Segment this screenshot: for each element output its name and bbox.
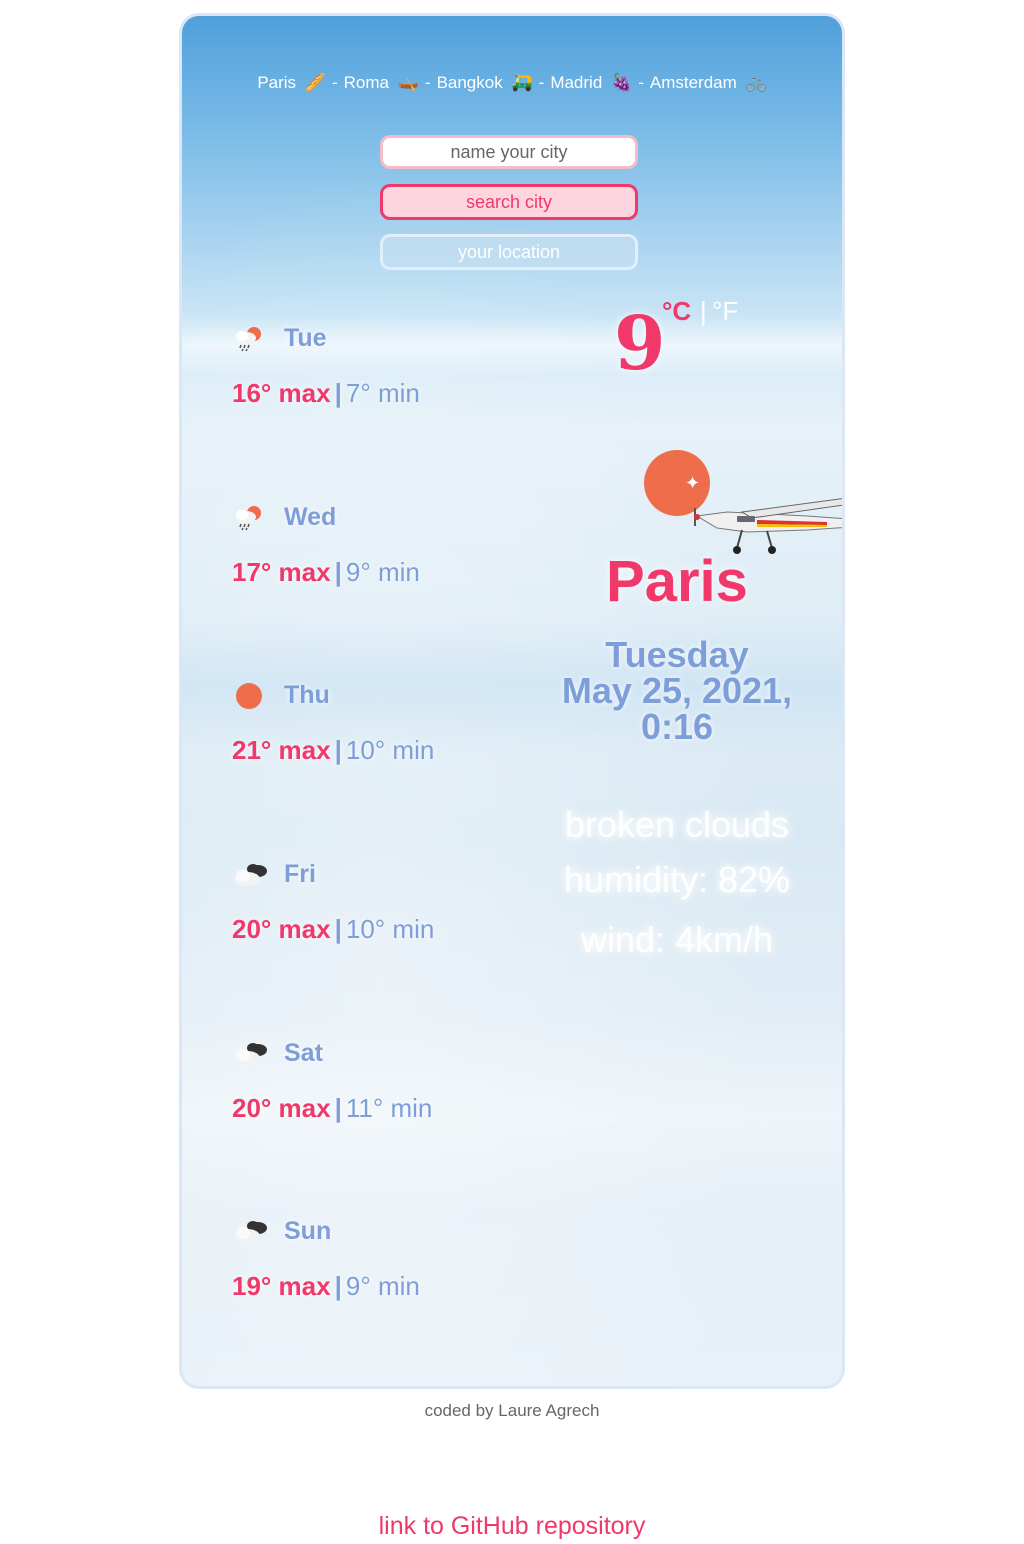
forecast-max-temp: 20° max: [232, 914, 331, 944]
wind-readout: wind: 4km/h: [580, 919, 774, 960]
city-link-amsterdam[interactable]: Amsterdam 🚲: [650, 73, 767, 92]
current-time: 0:16: [640, 706, 714, 747]
canoe-icon: 🛶: [397, 73, 419, 92]
forecast-day-thu: Thu 21° max | 10° min: [232, 680, 532, 766]
unit-separator: |: [700, 296, 707, 326]
current-city-name: Paris: [606, 549, 748, 614]
forecast-min-temp: 7° min: [345, 378, 420, 408]
forecast-max-temp: 16° max: [232, 378, 331, 408]
city-link-madrid[interactable]: Madrid 🍇: [550, 73, 632, 92]
broken-clouds-icon: [232, 1039, 267, 1067]
forecast-max-temp: 21° max: [232, 735, 331, 765]
forecast-day-name: Sat: [284, 1038, 323, 1067]
city-search-input[interactable]: [380, 135, 638, 169]
forecast-day-tue: Tue 16° max | 7° min: [232, 323, 532, 409]
weather-app-card: Paris 🥖 - Roma 🛶 - Bangkok 🛺 - Madrid 🍇 - Amster…: [179, 13, 845, 1389]
temp-separator: |: [334, 378, 342, 408]
forecast-day-sat: Sat 20° max | 11° min: [232, 1038, 532, 1124]
rain-sun-icon: [232, 503, 266, 531]
city-link-roma[interactable]: Roma 🛶: [344, 73, 419, 92]
bicycle-icon: 🚲: [745, 73, 767, 92]
forecast-max-temp: 20° max: [232, 1093, 331, 1123]
tuk-tuk-icon: 🛺: [511, 73, 533, 92]
your-location-button[interactable]: your location: [380, 234, 638, 270]
current-temperature: 9: [614, 301, 666, 387]
forecast-min-temp: 10° min: [345, 914, 435, 944]
baguette-icon: 🥖: [304, 73, 326, 92]
forecast-day-name: Wed: [284, 502, 337, 531]
forecast-min-temp: 9° min: [345, 1271, 420, 1301]
search-city-button[interactable]: search city: [380, 184, 638, 220]
temp-separator: |: [334, 557, 342, 587]
forecast-min-temp: 10° min: [345, 735, 435, 765]
temp-separator: |: [334, 735, 342, 765]
city-link-separator: -: [538, 73, 545, 92]
forecast-min-temp: 9° min: [345, 557, 420, 587]
city-link-separator: -: [424, 73, 431, 92]
rain-sun-icon: [232, 324, 266, 352]
celsius-toggle[interactable]: °C: [662, 296, 691, 327]
broken-clouds-icon: [232, 860, 267, 888]
temp-separator: |: [334, 1093, 342, 1123]
broken-clouds-icon: [232, 1217, 267, 1245]
current-date: May 25, 2021,: [561, 670, 793, 711]
forecast-day-sun: Sun 19° max | 9° min: [232, 1216, 532, 1302]
grapes-icon: 🍇: [611, 73, 633, 92]
city-link-bangkok[interactable]: Bangkok 🛺: [437, 73, 533, 92]
forecast-day-name: Thu: [284, 680, 330, 709]
fahrenheit-toggle[interactable]: °F: [712, 296, 738, 327]
author-credit: coded by Laure Agrech: [424, 1401, 600, 1420]
forecast-min-temp: 11° min: [345, 1093, 433, 1123]
city-quick-links: Paris 🥖 - Roma 🛶 - Bangkok 🛺 - Madrid 🍇 - Amster…: [182, 73, 842, 93]
forecast-max-temp: 17° max: [232, 557, 331, 587]
github-repo-link[interactable]: link to GitHub repository: [0, 1512, 1024, 1541]
current-weekday: Tuesday: [605, 634, 749, 675]
forecast-max-temp: 19° max: [232, 1271, 331, 1301]
forecast-day-name: Fri: [284, 859, 316, 888]
forecast-day-wed: Wed 17° max | 9° min: [232, 502, 532, 588]
temp-separator: |: [334, 1271, 342, 1301]
city-link-separator: -: [331, 73, 338, 92]
forecast-day-name: Tue: [284, 323, 327, 352]
sun-icon: [232, 681, 266, 709]
temp-separator: |: [334, 914, 342, 944]
forecast-day-fri: Fri 20° max | 10° min: [232, 859, 532, 945]
humidity-readout: humidity: 82%: [563, 859, 791, 900]
city-link-paris[interactable]: Paris 🥖: [257, 73, 326, 92]
weather-description: broken clouds: [564, 804, 790, 845]
forecast-day-name: Sun: [284, 1216, 332, 1245]
city-link-separator: -: [638, 73, 644, 92]
